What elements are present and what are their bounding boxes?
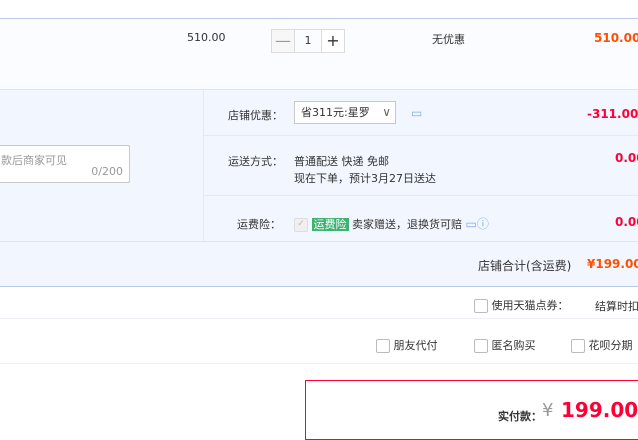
store-promo-select[interactable]: 省311元:星罗 ∨ [294,101,396,124]
decrease-button[interactable]: — [271,29,295,53]
store-promo-label: 店铺优惠： [228,109,283,122]
comment-icon[interactable]: ▭ [411,106,422,120]
friend-pay-checkbox[interactable] [376,339,390,353]
shipping-eta: 现在下单，预计3月27日送达 [294,172,436,185]
shipping-amount: 0.00 [615,151,638,165]
panel-divider [204,135,638,136]
quantity-input[interactable]: 1 [295,29,321,53]
shipping-method: 普通配送 快递 免邮 [294,155,389,168]
store-total-value: ¥199.00 [587,257,638,271]
store-promo-value: 省311元:星罗 [301,106,370,119]
insurance-label: 运费险： [237,218,281,231]
panel-divider [204,195,638,196]
payment-label: 实付款： [498,410,542,423]
insurance-amount: 0.00 [615,215,638,229]
quantity-stepper: — 1 + [271,29,345,53]
item-discount: 无优惠 [432,33,465,46]
settle-hint: 结算时扣 [595,300,638,313]
huabei-checkbox[interactable] [571,339,585,353]
friend-pay-label: 朋友代付 [393,339,438,352]
store-total-label: 店铺合计(含运费) [478,259,572,273]
anonymous-label: 匿名购买 [491,339,536,352]
payment-currency: ¥ [542,400,554,421]
tmall-points-checkbox[interactable] [474,299,488,313]
tmall-points-label: 使用天猫点券： [491,299,569,312]
tmall-points-option[interactable]: 使用天猫点券： [474,297,569,313]
insurance-tag: 运费险 [311,218,349,231]
insurance-row: ✓ 运费险 卖家赠送，退换货可赔 ▭ⓘ [294,215,489,232]
friend-pay-option[interactable]: 朋友代付 [376,337,438,353]
divider [0,318,638,319]
message-to-seller-input[interactable]: 款后商家可见 0/200 [0,145,130,183]
message-char-count: 0/200 [91,165,123,178]
divider [0,363,638,364]
increase-button[interactable]: + [321,29,345,53]
panel-divider [203,90,204,241]
insurance-text: 卖家赠送，退换货可赔 [352,218,462,231]
shipping-label: 运送方式： [228,155,283,168]
help-icon[interactable]: ⓘ [477,217,489,231]
item-subtotal: 510.00 [594,31,638,45]
payment-amount: 199.00 [561,398,638,422]
message-placeholder: 款后商家可见 [1,154,67,167]
unit-price: 510.00 [187,31,226,44]
huabei-option[interactable]: 花呗分期 [571,337,633,353]
chevron-down-icon: ∨ [382,105,391,119]
insurance-checkbox[interactable]: ✓ [294,218,308,232]
anonymous-option[interactable]: 匿名购买 [474,337,536,353]
huabei-label: 花呗分期 [588,339,633,352]
anonymous-checkbox[interactable] [474,339,488,353]
store-promo-amount: -311.00 [587,107,638,121]
comment-icon[interactable]: ▭ [466,217,477,231]
